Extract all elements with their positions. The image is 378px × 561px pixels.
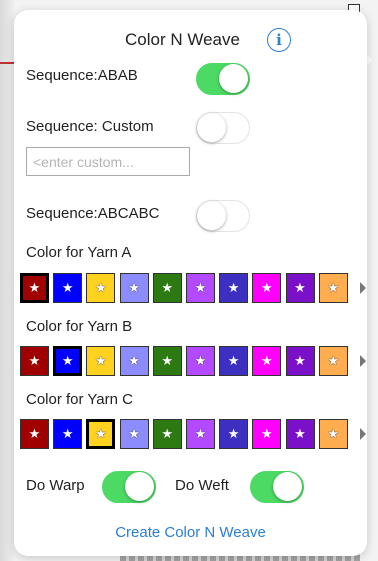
color-swatch[interactable]: ★ — [185, 346, 215, 376]
color-swatch[interactable]: ★ — [318, 273, 348, 303]
yarn-c-label: Color for Yarn C — [26, 391, 133, 408]
yarn-b-label: Color for Yarn B — [26, 318, 133, 335]
star-icon: ★ — [260, 353, 273, 368]
yarn-c-swatches: ★ ★ ★ ★ ★ ★ ★ ★ ★ ★ — [20, 419, 366, 449]
star-icon: ★ — [28, 353, 41, 368]
yarn-c-scroll-arrow — [360, 428, 366, 440]
star-icon: ★ — [128, 353, 140, 368]
star-icon: ★ — [327, 353, 340, 368]
do-weft-label: Do Weft — [175, 477, 229, 494]
star-icon: ★ — [128, 280, 140, 295]
star-icon: ★ — [28, 426, 41, 441]
star-icon: ★ — [161, 353, 174, 368]
color-swatch[interactable]: ★ — [285, 419, 315, 449]
color-swatch[interactable]: ★ — [318, 346, 348, 376]
star-icon: ★ — [194, 426, 207, 441]
star-icon: ★ — [260, 426, 273, 441]
color-swatch[interactable]: ★ — [53, 273, 83, 303]
star-icon: ★ — [294, 280, 306, 295]
background-guide-line — [0, 62, 14, 64]
star-icon: ★ — [194, 280, 207, 295]
background-left-strip — [0, 0, 14, 561]
yarn-b-scroll-arrow — [360, 355, 366, 367]
color-swatch[interactable]: ★ — [20, 273, 49, 303]
sequence-custom-label: Sequence: Custom — [26, 118, 154, 135]
star-icon: ★ — [61, 426, 74, 441]
yarn-a-scroll-arrow — [360, 282, 366, 294]
sequence-abcabc-toggle[interactable] — [196, 200, 250, 232]
star-icon: ★ — [61, 280, 74, 295]
do-warp-toggle[interactable] — [102, 471, 156, 503]
star-icon: ★ — [161, 426, 174, 441]
color-swatch[interactable]: ★ — [119, 346, 149, 376]
color-swatch[interactable]: ★ — [86, 419, 116, 449]
yarn-a-label: Color for Yarn A — [26, 244, 132, 261]
color-swatch[interactable]: ★ — [119, 273, 149, 303]
star-icon: ★ — [161, 280, 174, 295]
color-swatch[interactable]: ★ — [185, 273, 215, 303]
color-swatch[interactable]: ★ — [20, 419, 49, 449]
color-swatch[interactable]: ★ — [252, 346, 282, 376]
color-swatch[interactable]: ★ — [219, 419, 249, 449]
toggle-knob — [197, 113, 226, 142]
star-icon: ★ — [95, 280, 107, 295]
color-swatch[interactable]: ★ — [53, 346, 83, 376]
sequence-abcabc-label: Sequence:ABCABC — [26, 205, 160, 222]
toggle-knob — [219, 64, 248, 93]
toggle-knob — [273, 472, 302, 501]
toggle-knob — [125, 472, 154, 501]
popover-title: Color N Weave — [14, 30, 367, 50]
color-swatch[interactable]: ★ — [86, 346, 116, 376]
color-swatch[interactable]: ★ — [152, 419, 182, 449]
color-swatch[interactable]: ★ — [152, 273, 182, 303]
color-swatch[interactable]: ★ — [86, 273, 116, 303]
do-weft-toggle[interactable] — [250, 471, 304, 503]
color-swatch[interactable]: ★ — [318, 419, 348, 449]
star-icon: ★ — [28, 280, 41, 295]
color-swatch[interactable]: ★ — [219, 273, 249, 303]
color-swatch[interactable]: ★ — [285, 346, 315, 376]
star-icon: ★ — [95, 353, 107, 368]
star-icon: ★ — [227, 426, 240, 441]
color-swatch[interactable]: ★ — [252, 273, 282, 303]
yarn-b-swatches: ★ ★ ★ ★ ★ ★ ★ ★ ★ ★ — [20, 346, 366, 376]
color-swatch[interactable]: ★ — [252, 419, 282, 449]
star-icon: ★ — [61, 353, 74, 368]
star-icon: ★ — [227, 280, 240, 295]
yarn-a-swatches: ★ ★ ★ ★ ★ ★ ★ ★ ★ ★ — [20, 273, 366, 303]
toggle-knob — [197, 201, 226, 230]
do-warp-label: Do Warp — [26, 477, 85, 494]
color-swatch[interactable]: ★ — [119, 419, 149, 449]
color-swatch[interactable]: ★ — [185, 419, 215, 449]
star-icon: ★ — [128, 426, 140, 441]
sequence-custom-toggle[interactable] — [196, 112, 250, 144]
custom-sequence-input[interactable] — [26, 147, 190, 176]
sequence-abab-toggle[interactable] — [196, 63, 250, 95]
color-swatch[interactable]: ★ — [152, 346, 182, 376]
color-swatch[interactable]: ★ — [20, 346, 49, 376]
star-icon: ★ — [294, 426, 306, 441]
star-icon: ★ — [327, 280, 340, 295]
create-color-n-weave-button[interactable]: Create Color N Weave — [14, 524, 367, 541]
color-swatch[interactable]: ★ — [285, 273, 315, 303]
info-icon[interactable]: i — [267, 28, 291, 52]
star-icon: ★ — [260, 280, 273, 295]
color-swatch[interactable]: ★ — [219, 346, 249, 376]
color-swatch[interactable]: ★ — [53, 419, 83, 449]
star-icon: ★ — [95, 426, 107, 441]
color-n-weave-popover: Color N Weave i Sequence:ABAB Sequence: … — [14, 10, 367, 556]
star-icon: ★ — [194, 353, 207, 368]
sequence-abab-label: Sequence:ABAB — [26, 67, 138, 84]
star-icon: ★ — [327, 426, 340, 441]
star-icon: ★ — [227, 353, 240, 368]
popover-title-text: Color N Weave — [125, 30, 240, 49]
star-icon: ★ — [294, 353, 306, 368]
